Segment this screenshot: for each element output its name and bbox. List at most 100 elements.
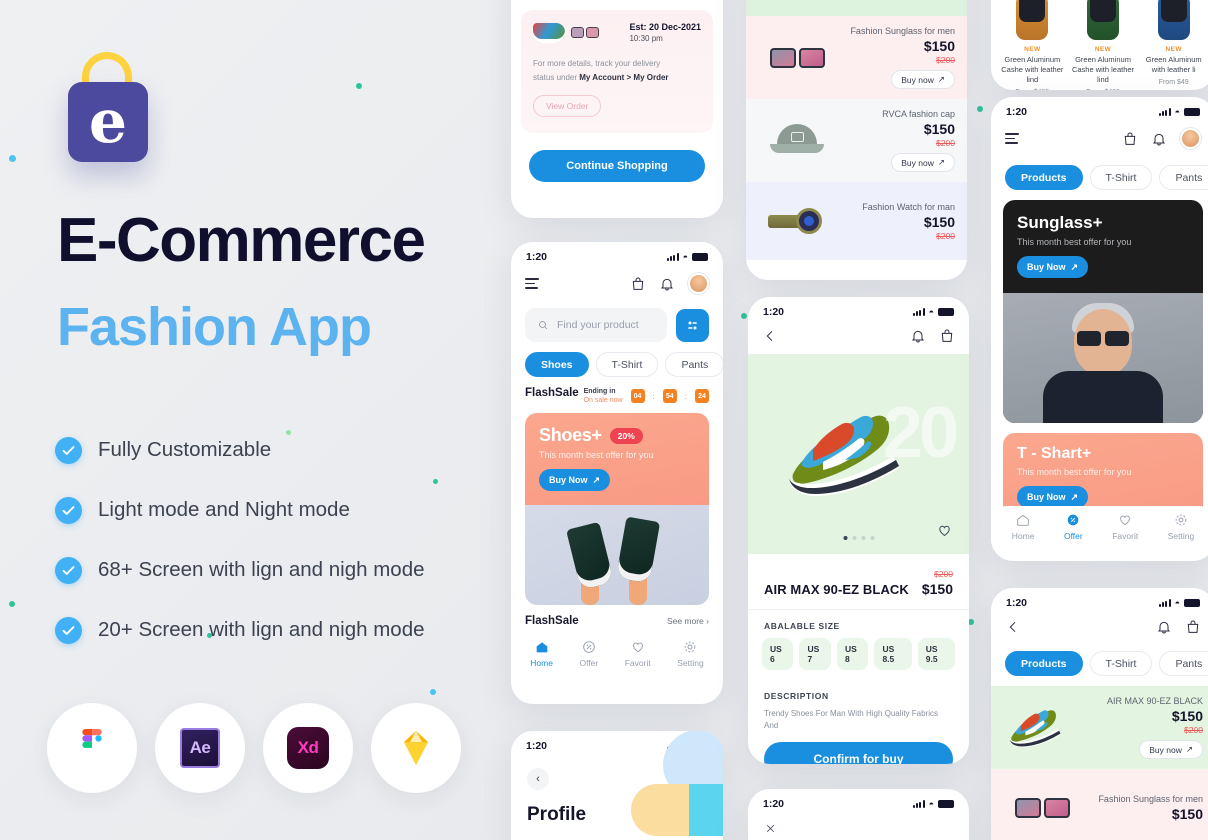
nav-item-home[interactable]: Home: [1012, 512, 1034, 541]
nav-item-setting[interactable]: Setting: [677, 639, 704, 669]
menu-icon[interactable]: [525, 278, 539, 289]
avatar[interactable]: [688, 273, 709, 294]
carousel-indicator[interactable]: [843, 536, 874, 540]
profile-screen: 1:20 ◓ ‹ Profile: [511, 731, 723, 840]
battery-icon: [938, 308, 954, 316]
product-list-screen: Fashion Sunglass for men $150 $200 Buy n…: [746, 0, 967, 280]
description-text: Trendy Shoes For Man With High Quality F…: [764, 709, 938, 730]
watch-card[interactable]: NEW Green Aluminum with leather li From …: [1142, 0, 1205, 90]
shopping-bag-icon[interactable]: [1185, 619, 1201, 635]
buy-now-button[interactable]: Buy Now ↗: [1017, 256, 1088, 278]
category-chip-shoes[interactable]: Shoes: [525, 352, 589, 377]
buy-now-button[interactable]: Buy now ↗: [891, 70, 955, 89]
shopping-bag-icon[interactable]: [1122, 131, 1138, 147]
watch-card[interactable]: NEW Green Aluminum Cashe with leather li…: [1001, 0, 1064, 90]
app-bar: [991, 122, 1208, 159]
nav-label: Home: [530, 658, 553, 669]
arrow-left-icon[interactable]: [1005, 619, 1021, 635]
category-chip-tshirt[interactable]: T-Shirt: [595, 352, 659, 377]
size-option[interactable]: US 8: [836, 638, 869, 670]
flashsale-footer-title: FlashSale: [525, 615, 579, 628]
nav-label: Setting: [1167, 531, 1195, 541]
nav-item-favorit[interactable]: Favorit: [625, 639, 651, 668]
product-detail-screen: 1:20 ◓ 20 AIR MAX 90-EZ BLACK $200 $150 …: [748, 297, 969, 764]
product-row[interactable]: Fashion Sunglass for men $150: [991, 769, 1208, 840]
view-order-button[interactable]: View Order: [533, 95, 602, 118]
filter-button[interactable]: [676, 308, 709, 342]
countdown-hours: 04: [630, 389, 645, 404]
category-chip-products[interactable]: Products: [1005, 165, 1083, 190]
product-row[interactable]: RVCA fashion cap $150 $200 Buy now ↗: [746, 99, 967, 182]
decor-cyan-shape: [689, 784, 723, 836]
see-more-link[interactable]: See more ›: [667, 616, 709, 626]
arrow-left-icon[interactable]: [762, 328, 778, 344]
shoe-thumbnail: [533, 22, 565, 43]
catalog-screen: 1:20 ◓ Products T-Shirt Pants Cap: [991, 588, 1208, 840]
check-circle-icon: [55, 616, 82, 644]
on-sale-now-label: On sale now: [583, 397, 623, 405]
size-option[interactable]: US 6: [762, 638, 794, 670]
bell-icon[interactable]: [910, 328, 926, 344]
home-screen: 1:20 ◓ Find your product Shoes T-Shirt P…: [511, 242, 723, 704]
category-chip-tshirt[interactable]: T-Shirt: [1089, 165, 1153, 190]
signal-bars-icon: [666, 253, 679, 261]
new-badge: NEW: [1024, 46, 1041, 53]
category-chip-products[interactable]: Products: [1005, 651, 1083, 676]
product-row[interactable]: Fashion Watch for man $150 $200: [746, 182, 967, 260]
countdown-separator: :: [652, 391, 655, 401]
order-details-line-1: For more details, track your delivery: [533, 59, 661, 68]
bell-icon[interactable]: [1156, 619, 1172, 635]
home-icon: [536, 642, 547, 653]
nav-item-offer[interactable]: Offer: [579, 639, 598, 668]
watch-card[interactable]: NEW Green Aluminum Cashe with leather li…: [1072, 0, 1135, 90]
nav-item-home[interactable]: Home: [530, 639, 553, 668]
product-row[interactable]: AIR MAX 90-EZ BLACK $150 $200 Buy now ↗: [991, 686, 1208, 769]
page-subtitle: Fashion App: [57, 297, 372, 357]
watch-collection-screen: NEW Green Aluminum Cashe with leather li…: [991, 0, 1208, 90]
product-row[interactable]: Fashion Sunglass for men $150 $200 Buy n…: [746, 16, 967, 99]
buy-now-button[interactable]: Buy now ↗: [1139, 740, 1203, 759]
promo-banner-sunglass[interactable]: Sunglass+ This month best offer for you …: [1003, 200, 1203, 423]
category-chip-pants[interactable]: Pants: [665, 352, 723, 377]
search-input[interactable]: Find your product: [525, 308, 667, 342]
feature-label: Fully Customizable: [98, 438, 272, 461]
size-option[interactable]: US 8.5: [874, 638, 912, 670]
nav-label: Setting: [677, 658, 704, 669]
favorite-button[interactable]: [936, 522, 953, 544]
buy-now-button[interactable]: Buy now ↗: [891, 153, 955, 172]
bell-icon[interactable]: [659, 276, 675, 292]
size-option[interactable]: US 7: [799, 638, 831, 670]
after-effects-icon: Ae: [155, 703, 245, 793]
close-icon[interactable]: [764, 822, 777, 835]
confirm-buy-button[interactable]: Confirm for buy: [764, 742, 953, 764]
buy-now-button[interactable]: Buy Now ↗: [539, 469, 610, 492]
category-chip-pants[interactable]: Pants: [1159, 651, 1208, 676]
offer-screen: 1:20 ◓ Products T-Shirt Pants Cap Sungla…: [991, 97, 1208, 561]
back-button[interactable]: ‹: [527, 768, 549, 790]
nav-item-offer[interactable]: Offer: [1064, 512, 1083, 541]
avatar[interactable]: [1180, 128, 1201, 149]
filter-icon: [688, 321, 697, 329]
search-icon: [539, 321, 548, 330]
nav-item-favorit[interactable]: Favorit: [1112, 512, 1138, 541]
promo-banner-shoes[interactable]: Shoes+ 20% This month best offer for you…: [525, 413, 709, 606]
nav-item-setting[interactable]: Setting: [1168, 512, 1194, 541]
continue-shopping-button[interactable]: Continue Shopping: [529, 150, 705, 183]
new-badge: NEW: [1165, 46, 1182, 53]
bell-icon[interactable]: [1151, 131, 1167, 147]
product-old-price: $200: [934, 569, 953, 579]
category-chip-tshirt[interactable]: T-Shirt: [1089, 651, 1153, 676]
shopping-bag-icon[interactable]: [939, 328, 955, 344]
menu-icon[interactable]: [1005, 133, 1019, 144]
sunglasses-icon: [1077, 331, 1129, 346]
shopping-bag-icon[interactable]: [630, 276, 646, 292]
watch-name: Green Aluminum with leather li: [1145, 55, 1202, 75]
shopping-bag-e-logo-icon: e: [68, 82, 148, 162]
buy-now-button[interactable]: Buy Now ↗: [1017, 486, 1088, 508]
wifi-icon: ◓: [1174, 107, 1180, 117]
size-option[interactable]: US 9.5: [917, 638, 956, 670]
gear-icon: [1175, 514, 1187, 526]
arrow-up-right-icon: ↗: [937, 74, 945, 84]
category-chip-pants[interactable]: Pants: [1159, 165, 1208, 190]
heart-icon: [1120, 515, 1131, 526]
